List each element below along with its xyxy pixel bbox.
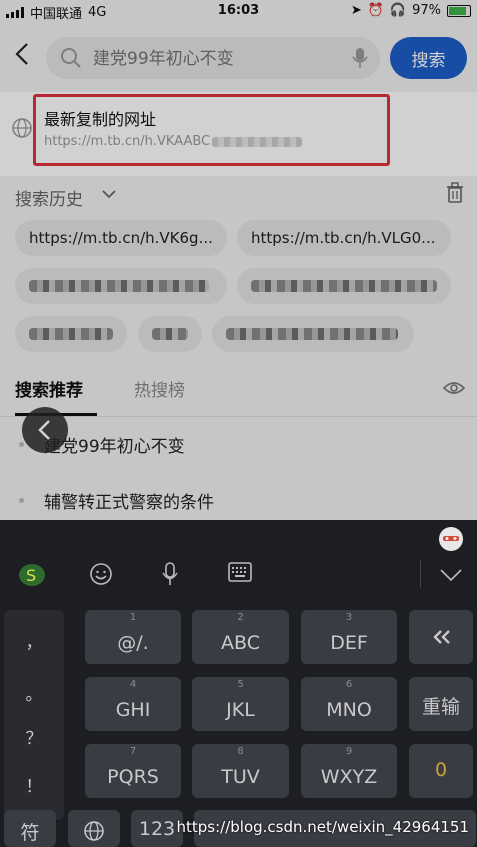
recommend-item-text: 辅警转正式警察的条件 [44, 493, 214, 513]
globe-icon [84, 821, 104, 841]
mascot-icon[interactable] [438, 526, 464, 552]
emoji-icon[interactable] [89, 562, 113, 586]
symbol-key[interactable]: 符 [4, 810, 56, 847]
backspace-key[interactable] [409, 610, 473, 664]
history-chip-redacted[interactable] [15, 268, 227, 304]
divider [420, 560, 421, 588]
floating-back-button[interactable] [22, 407, 68, 453]
battery-percent: 97% [412, 3, 441, 18]
punct-key[interactable]: 。 [4, 680, 64, 705]
history-chip-redacted[interactable] [212, 316, 414, 352]
key-9[interactable]: 9 WXYZ [301, 744, 397, 798]
punct-key[interactable]: ！ [4, 772, 64, 797]
back-button[interactable] [10, 40, 34, 68]
chevron-left-icon [15, 43, 28, 65]
eye-icon[interactable] [443, 380, 465, 396]
punct-key[interactable]: ， [4, 628, 64, 653]
microphone-icon[interactable] [162, 562, 178, 586]
globe-key[interactable] [68, 810, 120, 847]
key-8[interactable]: 8 TUV [192, 744, 289, 798]
keyboard-toolbar: S [0, 520, 477, 600]
search-header: 搜索 [0, 22, 477, 92]
search-button[interactable]: 搜索 [390, 37, 467, 79]
sogou-logo-icon[interactable]: S [18, 562, 46, 588]
headphones-icon: 🎧 [389, 3, 407, 18]
globe-icon [12, 118, 32, 138]
collapse-keyboard-icon[interactable] [440, 568, 462, 582]
recommend-tabs: 搜索推荐 热搜榜 [0, 368, 477, 417]
history-chip-redacted[interactable] [237, 268, 451, 304]
search-field[interactable] [46, 37, 380, 79]
backspace-icon [433, 630, 450, 644]
microphone-icon[interactable] [352, 47, 368, 69]
battery-icon [447, 4, 471, 17]
history-chip-redacted[interactable] [138, 316, 202, 352]
reenter-key[interactable]: 重输 [409, 677, 473, 731]
search-input[interactable] [91, 45, 345, 73]
key-5[interactable]: 5 JKL [192, 677, 289, 731]
location-icon: ➤ [350, 3, 362, 18]
recommend-item[interactable]: 辅警转正式警察的条件 [0, 481, 477, 521]
bullet [19, 498, 24, 503]
search-icon [61, 48, 81, 68]
tab-hot-list[interactable]: 热搜榜 [134, 376, 185, 401]
chevron-down-icon[interactable] [102, 189, 116, 199]
svg-text:S: S [26, 566, 36, 585]
history-label: 搜索历史 [15, 190, 83, 210]
recommend-item[interactable]: 建党99年初心不变 [0, 425, 477, 465]
tab-recommend[interactable]: 搜索推荐 [15, 376, 83, 401]
chevron-left-icon [38, 420, 50, 440]
status-bar: 中国联通 4G 16:03 ➤ ⏰ 🎧 97% [0, 0, 477, 22]
punct-key[interactable]: ？ [4, 724, 64, 749]
key-1[interactable]: 1 @/. [85, 610, 181, 664]
history-chip-redacted[interactable] [15, 316, 127, 352]
key-7[interactable]: 7 PQRS [85, 744, 181, 798]
key-4[interactable]: 4 GHI [85, 677, 181, 731]
history-header: 搜索历史 [0, 178, 477, 212]
key-6[interactable]: 6 MNO [301, 677, 397, 731]
trash-icon[interactable] [445, 182, 465, 204]
history-chip[interactable]: https://m.tb.cn/h.VLG0... [237, 220, 451, 256]
watermark: https://blog.csdn.net/weixin_42964151 [176, 818, 469, 836]
history-chip[interactable]: https://m.tb.cn/h.VK6g... [15, 220, 227, 256]
keyboard-icon[interactable] [228, 562, 252, 582]
highlight-box [33, 94, 390, 166]
alarm-icon: ⏰ [367, 3, 384, 18]
punctuation-column[interactable]: ， 。 ？ ！ [4, 610, 64, 820]
key-3[interactable]: 3 DEF [301, 610, 397, 664]
key-2[interactable]: 2 ABC [192, 610, 289, 664]
key-0[interactable]: 0 [409, 744, 473, 798]
